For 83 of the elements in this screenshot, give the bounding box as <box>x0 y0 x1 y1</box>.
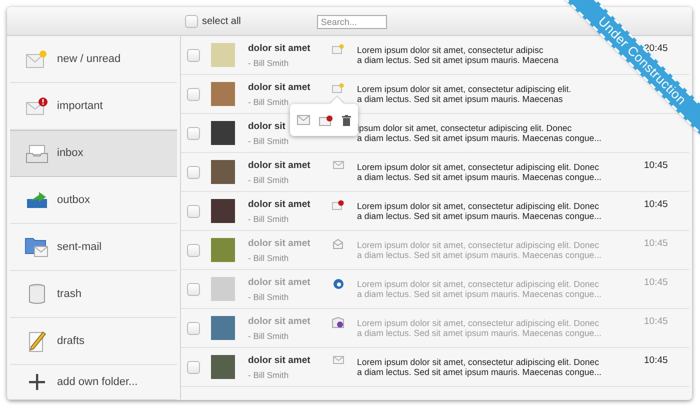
sidebar-item[interactable]: sent-mail <box>10 224 177 271</box>
checkbox[interactable] <box>187 282 200 296</box>
photo-placeholder <box>211 316 235 340</box>
envelope-icon <box>332 161 344 169</box>
message-time: 10:45 <box>644 159 668 173</box>
message-time: 10:45 <box>644 354 668 368</box>
outbox-arrow-icon <box>26 191 48 209</box>
folder-envelope-icon <box>25 237 49 257</box>
checkbox[interactable] <box>187 88 200 100</box>
message-sender: - Bill Smith <box>248 174 289 184</box>
circle-badge-icon <box>332 278 344 289</box>
search-field[interactable]: Search... <box>316 15 387 29</box>
photo-placeholder <box>211 238 235 262</box>
message-time: 10:45 <box>644 198 668 212</box>
message-preview: a diam lectus. Sed sit amet ipsum mauris. Maecenas congue... <box>357 367 602 377</box>
message-subject[interactable]: dolor sit amet <box>248 160 310 170</box>
message-preview: a diam lectus. Sed sit amet ipsum mauris. Maecenas <box>357 94 563 104</box>
envelope-arrow-icon <box>332 317 344 328</box>
select-all-label[interactable]: select all <box>202 14 241 28</box>
checkbox[interactable] <box>187 166 200 178</box>
sidebar-item[interactable]: inbox <box>10 130 177 177</box>
envelope-star-icon <box>26 50 48 68</box>
message-preview: a diam lectus. Sed sit amet ipsum mauris. Maecenas congue... <box>357 250 602 260</box>
envelope-icon <box>332 356 344 364</box>
trash-can-icon <box>29 284 45 304</box>
message-preview: a diam lectus. Sed sit amet ipsum mauris. Maecena <box>357 55 558 65</box>
sidebar-item[interactable]: new / unread <box>10 36 177 83</box>
photo-placeholder <box>211 199 235 223</box>
important-mail-icon[interactable] <box>318 114 333 126</box>
message-preview: a diam lectus. Sed sit amet ipsum mauris. Maecenas congue... <box>357 172 602 182</box>
sidebar-item[interactable]: add own folder... <box>10 365 177 400</box>
message-preview: a diam lectus. Sed sit amet ipsum mauris. Maecenas congue... <box>357 289 602 299</box>
message-subject[interactable]: dolor sit amet <box>248 42 310 54</box>
checkbox[interactable] <box>187 126 200 140</box>
photo-placeholder <box>211 121 235 145</box>
message-time: 10:45 <box>644 237 668 251</box>
message-subject[interactable]: dolor sit amet <box>248 198 310 210</box>
message-preview: a diam lectus. Sed sit amet ipsum mauris. Maecenas congue... <box>357 211 602 221</box>
open-envelope-icon <box>333 239 343 249</box>
checkbox[interactable] <box>187 204 200 218</box>
message-preview: Lorem ipsum dolor sit amet, consectetur adipiscing elit. Donec <box>357 201 600 211</box>
message-sender: - Bill Smith <box>248 136 289 146</box>
message-preview: Lorem ipsum dolor sit amet, consectetur adipiscing elit. Donec <box>357 357 600 367</box>
message-time: 10:45 <box>644 276 668 290</box>
message-sender: - Bill Smith <box>248 292 289 302</box>
checkbox[interactable] <box>187 360 200 374</box>
checkbox[interactable] <box>187 48 200 62</box>
photo-placeholder <box>211 160 235 184</box>
envelope-alert-icon <box>26 97 48 115</box>
checkbox[interactable] <box>185 14 198 28</box>
message-sender: - Bill Smith <box>248 330 289 340</box>
message-preview: Lorem ipsum dolor sit amet, consectetur adipiscing elit. <box>357 84 572 94</box>
trash-icon[interactable] <box>342 114 351 126</box>
message-preview: Lorem ipsum dolor sit amet, consectetur adipiscing elit. Donec <box>357 162 600 172</box>
message-preview: a diam lectus. Sed sit amet ipsum mauris. Maecenas congue... <box>357 328 602 338</box>
message-preview: Lorem ipsum dolor sit amet, consectetur adipiscing elit. Donec <box>357 240 600 250</box>
message-sender: - Bill Smith <box>248 58 289 68</box>
photo-placeholder <box>211 43 235 67</box>
photo-placeholder <box>211 82 235 106</box>
envelope-icon[interactable] <box>297 115 310 125</box>
message-preview: Lorem ipsum dolor sit amet, consectetur adipisc <box>357 45 544 55</box>
message-subject[interactable]: dolor sit <box>248 120 286 132</box>
checkbox[interactable] <box>187 244 200 256</box>
sidebar-item[interactable]: drafts <box>10 318 177 365</box>
message-subject[interactable]: dolor sit amet <box>248 82 310 92</box>
photo-placeholder <box>211 355 235 379</box>
message-preview: Lorem ipsum dolor sit amet, consectetur adipiscing elit. Donec <box>357 318 600 328</box>
envelope-alert-icon <box>332 200 344 210</box>
message-preview: Lorem ipsum dolor sit amet, consectetur adipiscing elit. Donec <box>357 279 600 289</box>
plus-icon <box>29 374 45 390</box>
sidebar-item[interactable]: trash <box>10 271 177 318</box>
message-time: 10:45 <box>644 315 668 329</box>
checkbox[interactable] <box>187 322 200 334</box>
photo-placeholder <box>211 277 235 301</box>
inbox-tray-icon <box>26 144 48 162</box>
pencil-paper-icon <box>27 330 47 352</box>
sidebar-item[interactable]: outbox <box>10 177 177 224</box>
message-sender: - Bill Smith <box>248 214 289 224</box>
message-sender: - Bill Smith <box>248 370 289 380</box>
message-preview: a diam lectus. Sed sit amet ipsum mauris. Maecenas congue... <box>357 133 602 143</box>
message-subject[interactable]: dolor sit amet <box>248 354 310 366</box>
message-sender: - Bill Smith <box>248 96 289 106</box>
message-sender: - Bill Smith <box>248 252 289 262</box>
